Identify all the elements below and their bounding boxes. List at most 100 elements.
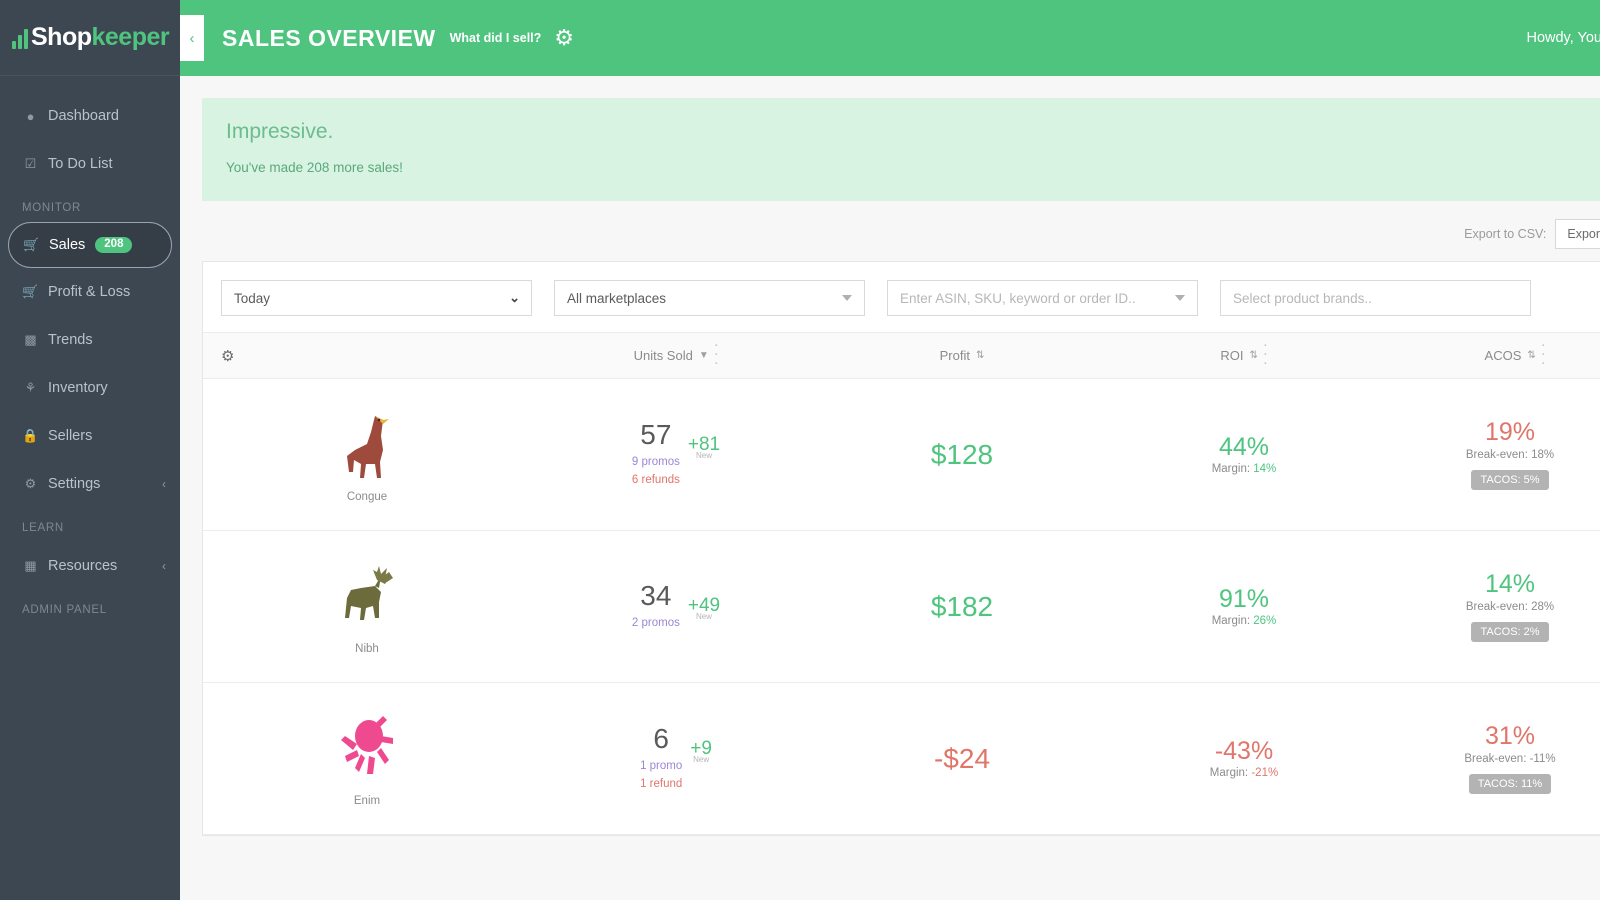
column-menu-icon[interactable]: · · · <box>1264 341 1268 370</box>
sort-both-icon[interactable]: ⇅ <box>976 350 984 361</box>
units-value: 57 <box>640 418 672 450</box>
acos-cell: 14% Break-even: 28% TACOS: 2% <box>1385 530 1600 683</box>
roi-value: 44% <box>1218 432 1270 461</box>
column-menu-icon[interactable]: · · · <box>715 341 719 370</box>
table-row[interactable]: Congue 57 9 promos 6 refunds +81 New $12… <box>203 378 1600 531</box>
column-label: Profit <box>939 348 970 363</box>
sidebar-item-settings[interactable]: ⚙ Settings ‹ <box>0 460 180 508</box>
page-content: Impressive. You've made 208 more sales! … <box>180 76 1600 900</box>
new-units-label: New <box>693 754 710 764</box>
marketplace-select[interactable]: All marketplaces <box>554 280 865 316</box>
profit-value: $128 <box>930 438 994 470</box>
tacos-badge: TACOS: 11% <box>1468 773 1552 794</box>
margin-row: Margin: 14% <box>1103 463 1385 475</box>
logo-bars-icon <box>12 27 28 49</box>
brand-filter-input[interactable]: Select product brands.. <box>1220 280 1531 316</box>
column-label: ROI <box>1220 348 1244 363</box>
app-root: Shop keeper ● Dashboard ☑ To Do List MONI… <box>0 0 1600 900</box>
profit-cell: $182 <box>821 530 1103 683</box>
sort-both-icon[interactable]: ⇅ <box>1250 350 1258 361</box>
gear-icon[interactable]: ⚙ <box>221 347 234 365</box>
sidebar-item-label: Sellers <box>48 428 93 444</box>
column-settings-header: ⚙ <box>203 332 531 379</box>
table-row[interactable]: Enim 6 1 promo 1 refund +9 New -$24 -43%… <box>203 682 1600 835</box>
margin-value: 14% <box>1253 463 1277 476</box>
profit-value: $182 <box>930 590 994 622</box>
filter-bar: Today ⌄ All marketplaces Enter ASIN, SKU… <box>203 262 1600 332</box>
sidebar-item-sellers[interactable]: 🔒 Sellers <box>0 412 180 460</box>
gear-icon[interactable]: ⚙ <box>554 27 574 49</box>
sales-table: ⚙ Units Sold ▼ · · · Profit ⇅ ROI ⇅ · · … <box>203 332 1600 835</box>
sidebar-item-label: Trends <box>48 332 93 348</box>
date-range-select[interactable]: Today ⌄ <box>221 280 532 316</box>
brand-name-secondary: keeper <box>91 23 170 51</box>
alert-title: Impressive. <box>226 120 334 143</box>
chevron-down-icon: ⌄ <box>509 290 520 305</box>
sort-desc-icon[interactable]: ▼ <box>699 350 709 361</box>
chevron-left-icon: ‹ <box>162 477 166 491</box>
column-label: ACOS <box>1484 348 1522 363</box>
search-input[interactable]: Enter ASIN, SKU, keyword or order ID.. <box>887 280 1198 316</box>
sales-panel: Today ⌄ All marketplaces Enter ASIN, SKU… <box>202 261 1600 836</box>
table-row[interactable]: Nibh 34 2 promos +49 New $182 91% Margin… <box>203 530 1600 683</box>
search-placeholder: Enter ASIN, SKU, keyword or order ID.. <box>900 290 1136 306</box>
chart-icon: ▩ <box>24 332 37 347</box>
gear-icon: ⚙ <box>24 476 37 491</box>
sidebar-item-label: To Do List <box>48 156 113 172</box>
roi-value: 91% <box>1218 584 1270 613</box>
sidebar-nav: ● Dashboard ☑ To Do List MONITOR 🛒 Sales… <box>0 76 180 624</box>
profit-value: -$24 <box>933 742 991 774</box>
promos-label: 9 promos <box>631 455 680 468</box>
boxes-icon: ⚘ <box>24 380 37 395</box>
roi-cell: 44% Margin: 14% <box>1103 378 1385 531</box>
sidebar-item-sales[interactable]: 🛒 Sales 208 <box>8 222 172 268</box>
product-cell: Enim <box>203 682 531 835</box>
main-area: ‹ SALES OVERVIEW What did I sell? ⚙ Howd… <box>180 0 1600 900</box>
column-profit[interactable]: Profit ⇅ <box>821 332 1103 379</box>
sidebar-collapse-button[interactable]: ‹ <box>180 15 204 61</box>
acos-value: 19% <box>1484 418 1536 447</box>
chevron-down-icon <box>1175 295 1185 301</box>
sidebar-section-monitor: MONITOR <box>22 202 81 214</box>
product-name: Nibh <box>355 643 379 655</box>
breakeven-label: Break-even: -11% <box>1464 752 1556 765</box>
margin-label: Margin: <box>1211 615 1251 628</box>
margin-row: Margin: 26% <box>1103 615 1385 627</box>
grid-icon: ▦ <box>24 558 37 573</box>
sidebar-item-dashboard[interactable]: ● Dashboard <box>0 92 180 140</box>
breakeven-label: Break-even: 28% <box>1465 600 1555 613</box>
marketplace-value: All marketplaces <box>567 290 667 306</box>
promos-label: 2 promos <box>631 616 680 629</box>
tacos-badge: TACOS: 2% <box>1471 621 1549 642</box>
sidebar-item-profit-loss[interactable]: 🛒 Profit & Loss <box>0 268 180 316</box>
column-menu-icon[interactable]: · · · <box>1542 341 1546 370</box>
brand-logo[interactable]: Shop keeper <box>0 0 180 76</box>
refunds-label: 1 refund <box>640 777 683 790</box>
sidebar-item-resources[interactable]: ▦ Resources ‹ <box>0 542 180 590</box>
column-roi[interactable]: ROI ⇅ · · · <box>1103 332 1385 379</box>
sidebar-item-todolist[interactable]: ☑ To Do List <box>0 140 180 188</box>
breakeven-label: Break-even: 18% <box>1465 448 1555 461</box>
column-acos[interactable]: ACOS ⇅ · · · <box>1385 332 1600 379</box>
sidebar-item-label: Sales <box>49 237 86 253</box>
chevron-left-icon: ‹ <box>162 559 166 573</box>
units-sold-cell: 57 9 promos 6 refunds +81 New <box>531 378 821 531</box>
greeting-label: Howdy, You <box>1526 30 1600 46</box>
top-header: ‹ SALES OVERVIEW What did I sell? ⚙ Howd… <box>180 0 1600 76</box>
profit-cell: $128 <box>821 378 1103 531</box>
chevron-down-icon <box>842 295 852 301</box>
new-units-label: New <box>695 450 712 460</box>
sort-both-icon[interactable]: ⇅ <box>1527 350 1535 361</box>
roi-cell: -43% Margin: -21% <box>1103 682 1385 835</box>
units-sold-cell: 34 2 promos +49 New <box>531 530 821 683</box>
brand-name-primary: Shop <box>31 23 92 51</box>
margin-row: Margin: -21% <box>1103 767 1385 779</box>
llama-image <box>347 416 389 478</box>
column-units-sold[interactable]: Units Sold ▼ · · · <box>531 332 821 379</box>
sidebar-item-trends[interactable]: ▩ Trends <box>0 316 180 364</box>
column-label: Units Sold <box>633 348 693 363</box>
sidebar-item-inventory[interactable]: ⚘ Inventory <box>0 364 180 412</box>
export-row: Export to CSV: Export Now <box>202 219 1600 261</box>
export-now-button[interactable]: Export Now <box>1555 219 1600 249</box>
new-units-label: New <box>695 611 712 621</box>
